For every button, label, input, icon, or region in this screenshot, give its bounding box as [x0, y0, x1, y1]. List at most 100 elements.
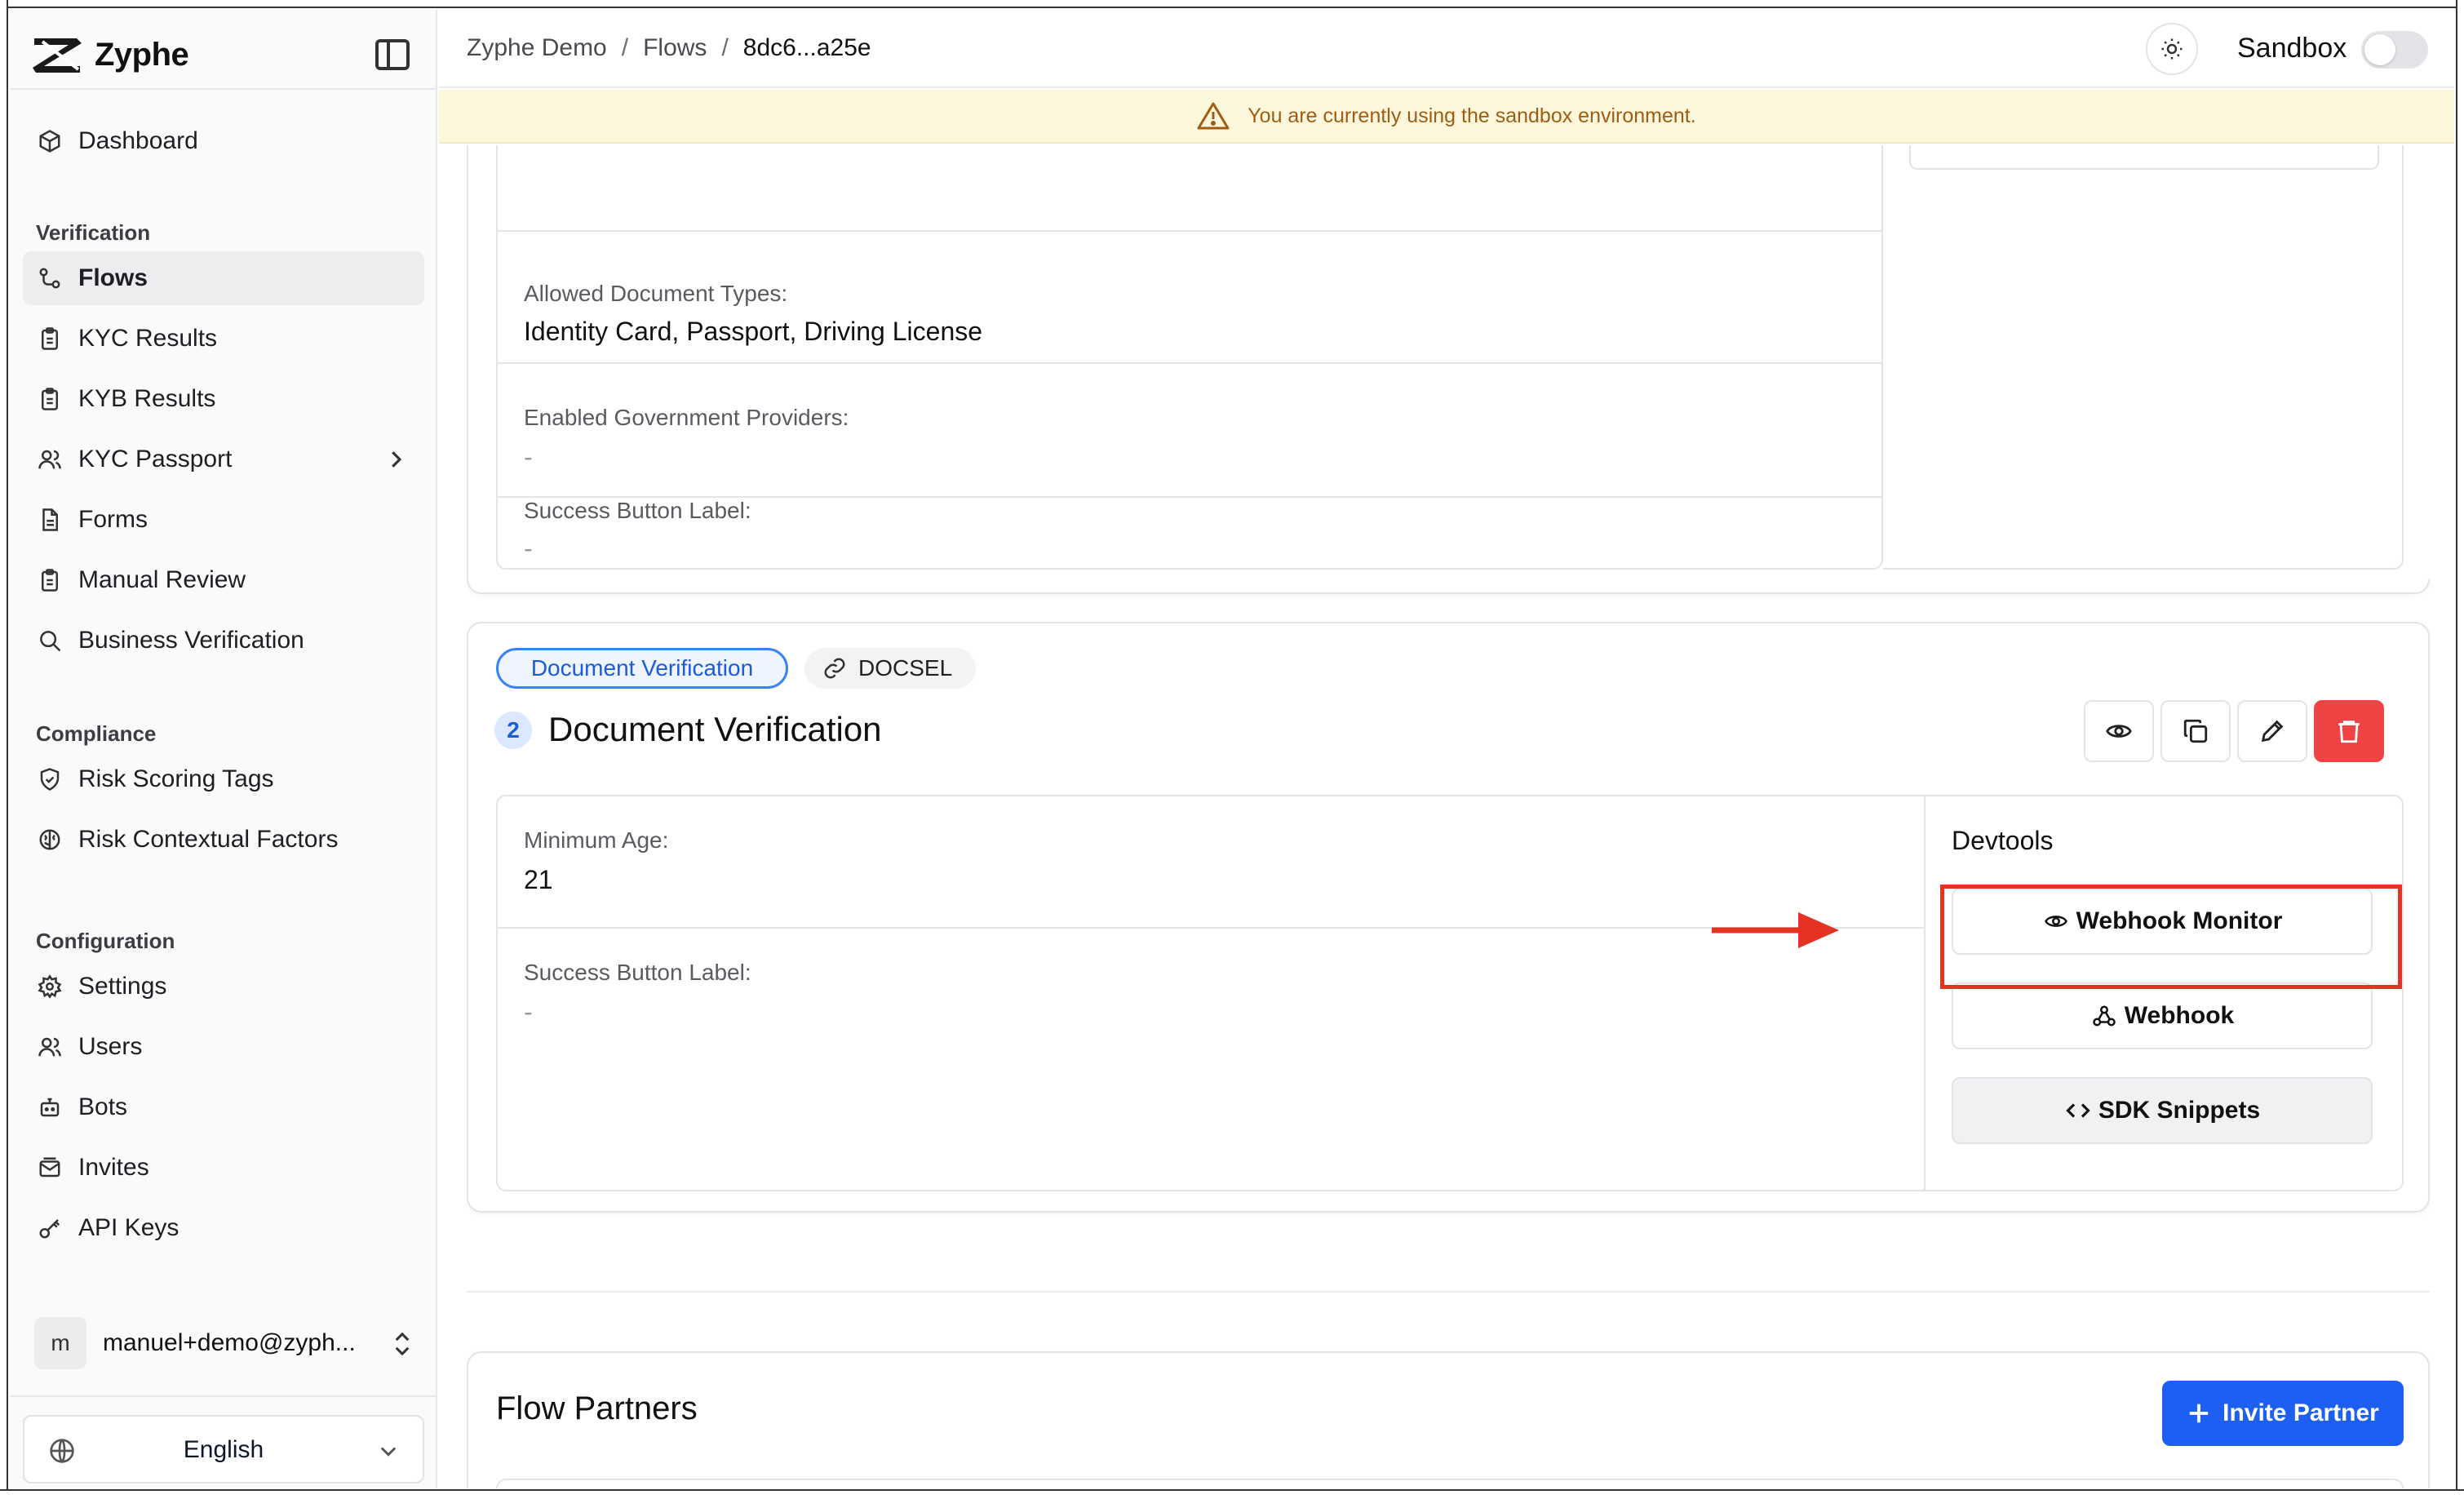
- sidebar-item-risk-scoring-tags[interactable]: Risk Scoring Tags: [23, 752, 424, 806]
- link-icon: [824, 658, 845, 679]
- language-select[interactable]: English: [23, 1415, 424, 1483]
- window-frame: [0, 0, 8, 1499]
- window-frame: [0, 0, 2464, 8]
- detail-row: Success Button Label: -: [498, 498, 1881, 571]
- users-icon: [38, 450, 61, 469]
- sidebar-item-label: Users: [78, 1033, 143, 1060]
- sidebar-item-label: Dashboard: [78, 127, 198, 154]
- detail-row: Allowed Document Types: Identity Card, P…: [498, 232, 1881, 364]
- partners-list: [496, 1479, 2404, 1488]
- breadcrumb-root[interactable]: Zyphe Demo: [467, 34, 607, 62]
- devtools-button-partial[interactable]: [1909, 145, 2379, 170]
- breadcrumb-separator: /: [621, 34, 629, 61]
- devtools-panel: Devtools Webhook Monitor Webhook SDK Sni…: [1924, 795, 2404, 1191]
- duplicate-button[interactable]: [2160, 700, 2231, 762]
- sidebar-item-manual-review[interactable]: Manual Review: [23, 553, 424, 607]
- chevron-right-icon: [392, 451, 402, 468]
- delete-button[interactable]: [2314, 700, 2384, 762]
- field-value: Identity Card, Passport, Driving License: [524, 317, 983, 346]
- flow-partners-card: Flow Partners Invite Partner: [467, 1351, 2430, 1488]
- sidebar-item-settings[interactable]: Settings: [23, 960, 424, 1013]
- app-name: Zyphe: [95, 36, 189, 73]
- sidebar-item-label: Risk Contextual Factors: [78, 826, 339, 853]
- step-code: DOCSEL: [858, 655, 953, 681]
- sidebar-item-label: Settings: [78, 973, 167, 1000]
- trash-icon: [2338, 721, 2360, 743]
- sidebar-toggle-icon[interactable]: [375, 39, 410, 70]
- field-label: Success Button Label:: [524, 960, 751, 985]
- brand[interactable]: Zyphe: [31, 28, 189, 82]
- breadcrumb-separator: /: [721, 34, 729, 61]
- annotation-highlight: [1940, 885, 2402, 989]
- flow-step-card: Allowed Document Types: Identity Card, P…: [467, 145, 2454, 594]
- sidebar-item-forms[interactable]: Forms: [23, 493, 424, 547]
- devtools-title: Devtools: [1952, 826, 2054, 855]
- window-frame: [2456, 0, 2464, 1499]
- pencil-icon: [2261, 720, 2284, 743]
- flow-partners-title: Flow Partners: [496, 1390, 698, 1426]
- eye-icon: [2106, 725, 2132, 738]
- document-icon: [42, 508, 58, 531]
- detail-row: Enabled Government Providers: -: [498, 364, 1881, 498]
- sidebar-item-dashboard[interactable]: Dashboard: [23, 114, 424, 168]
- preview-button[interactable]: [2084, 700, 2154, 762]
- chevron-down-icon: [380, 1447, 397, 1457]
- field-value: -: [524, 442, 533, 472]
- sidebar-item-kyc-results[interactable]: KYC Results: [23, 312, 424, 366]
- step-code-tag[interactable]: DOCSEL: [804, 648, 976, 689]
- sidebar-item-business-verification[interactable]: Business Verification: [23, 614, 424, 667]
- sidebar-item-risk-contextual-factors[interactable]: Risk Contextual Factors: [23, 813, 424, 867]
- section-label-verification: Verification: [36, 220, 151, 245]
- brain-icon: [39, 829, 60, 850]
- field-value: -: [524, 997, 533, 1027]
- flow-icon: [39, 268, 60, 289]
- sidebar-item-kyc-passport[interactable]: KYC Passport: [23, 432, 424, 486]
- sidebar-divider: [10, 1395, 436, 1397]
- sidebar-item-users[interactable]: Users: [23, 1020, 424, 1074]
- gear-icon: [38, 974, 62, 999]
- breadcrumb-flows[interactable]: Flows: [643, 34, 707, 62]
- account-switcher[interactable]: m manuel+demo@zyph...: [34, 1314, 426, 1373]
- theme-toggle-button[interactable]: [2146, 23, 2198, 75]
- invite-partner-button[interactable]: Invite Partner: [2162, 1381, 2404, 1446]
- sdk-snippets-button[interactable]: SDK Snippets: [1952, 1077, 2373, 1144]
- sandbox-toggle[interactable]: [2361, 31, 2428, 69]
- sidebar-item-flows[interactable]: Flows: [23, 251, 424, 305]
- clipboard-icon: [42, 327, 58, 350]
- search-icon: [40, 631, 61, 652]
- edit-button[interactable]: [2237, 700, 2307, 762]
- sidebar-item-label: KYC Passport: [78, 446, 233, 472]
- step-details-panel: Minimum Age: 21 Success Button Label: -: [496, 795, 1926, 1191]
- banner-text: You are currently using the sandbox envi…: [1248, 104, 1696, 127]
- sidebar-item-label: Forms: [78, 506, 148, 533]
- sandbox-banner: You are currently using the sandbox envi…: [439, 90, 2454, 144]
- section-label-configuration: Configuration: [36, 929, 175, 953]
- sidebar-item-label: KYB Results: [78, 385, 216, 412]
- sidebar-item-bots[interactable]: Bots: [23, 1080, 424, 1134]
- button-label: SDK Snippets: [2098, 1097, 2261, 1124]
- field-label: Minimum Age:: [524, 827, 669, 853]
- annotation-arrow-icon: [1712, 912, 1839, 948]
- clipboard-icon: [42, 388, 58, 410]
- sidebar-item-kyb-results[interactable]: KYB Results: [23, 372, 424, 426]
- sidebar-item-label: Flows: [78, 264, 148, 291]
- bot-icon: [40, 1098, 60, 1117]
- mail-icon: [39, 1157, 60, 1177]
- field-value: -: [524, 534, 533, 563]
- detail-row: Success Button Label: -: [498, 929, 1924, 1190]
- step-number-badge: 2: [494, 712, 532, 749]
- button-label: Invite Partner: [2222, 1399, 2379, 1426]
- chevrons-up-down-icon: [395, 1332, 410, 1356]
- plus-icon: [2189, 1404, 2209, 1423]
- breadcrumb-current: 8dc6...a25e: [742, 34, 871, 61]
- webhook-button[interactable]: Webhook: [1952, 982, 2373, 1049]
- users-icon: [38, 1037, 61, 1057]
- sidebar-item-invites[interactable]: Invites: [23, 1141, 424, 1195]
- field-value: 21: [524, 865, 553, 894]
- sidebar: Zyphe Dashboard Verification Flows KYC R…: [10, 10, 437, 1488]
- sidebar-item-label: Business Verification: [78, 627, 304, 654]
- sidebar-item-label: KYC Results: [78, 325, 218, 352]
- detail-row: Minimum Age: 21: [498, 796, 1924, 929]
- sidebar-divider: [10, 88, 436, 90]
- sidebar-item-api-keys[interactable]: API Keys: [23, 1201, 424, 1255]
